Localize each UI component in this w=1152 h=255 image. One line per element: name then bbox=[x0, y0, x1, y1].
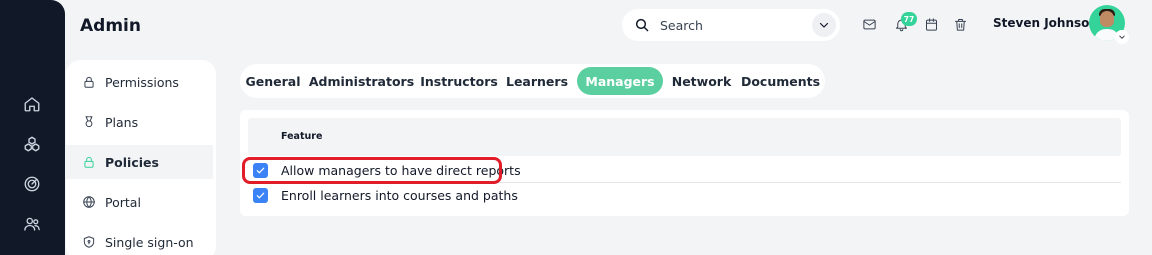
tab-network[interactable]: Network bbox=[672, 67, 732, 95]
tab-administrators[interactable]: Administrators bbox=[309, 67, 414, 95]
lock-icon bbox=[81, 74, 97, 90]
table-row: Enroll learners into courses and paths bbox=[248, 183, 1121, 208]
subnav-item-policies[interactable]: Policies bbox=[66, 145, 213, 179]
subnav-item-permissions[interactable]: Permissions bbox=[66, 65, 213, 99]
globe-icon bbox=[81, 194, 97, 210]
subnav-item-label: Single sign-on bbox=[105, 234, 194, 250]
feature-label: Enroll learners into courses and paths bbox=[281, 188, 518, 203]
courses-icon[interactable] bbox=[22, 134, 42, 154]
search-icon bbox=[635, 18, 649, 32]
left-rail bbox=[0, 0, 65, 255]
tab-learners[interactable]: Learners bbox=[506, 67, 568, 95]
subnav-item-portal[interactable]: Portal bbox=[66, 185, 213, 219]
tab-instructors[interactable]: Instructors bbox=[420, 67, 498, 95]
chevron-down-icon[interactable] bbox=[812, 13, 836, 37]
role-tabs: General Administrators Instructors Learn… bbox=[240, 64, 825, 98]
table-row: Allow managers to have direct reports bbox=[248, 158, 1121, 183]
chevron-down-icon[interactable] bbox=[1115, 30, 1129, 44]
subnav-item-label: Permissions bbox=[105, 74, 179, 90]
table-header: Feature bbox=[248, 118, 1121, 156]
target-icon[interactable] bbox=[22, 174, 42, 194]
feature-label: Allow managers to have direct reports bbox=[281, 162, 521, 178]
search-placeholder: Search bbox=[660, 17, 703, 33]
check-icon bbox=[256, 192, 265, 199]
subnav-item-label: Policies bbox=[105, 154, 159, 170]
tab-managers[interactable]: Managers bbox=[577, 67, 663, 95]
column-header-feature: Feature bbox=[281, 131, 323, 142]
check-icon bbox=[256, 167, 265, 173]
subnav-item-plans[interactable]: Plans bbox=[66, 105, 213, 139]
settings-subnav: Permissions Plans Policies Portal Single… bbox=[66, 60, 216, 255]
page-title: Admin bbox=[80, 16, 141, 36]
lock-icon bbox=[81, 154, 97, 170]
notification-badge: 77 bbox=[901, 12, 917, 26]
subnav-item-single-sign-on[interactable]: Single sign-on bbox=[66, 225, 213, 255]
medal-icon bbox=[81, 114, 97, 130]
tab-general[interactable]: General bbox=[246, 67, 301, 95]
feature-checkbox[interactable] bbox=[253, 162, 268, 178]
mail-icon[interactable] bbox=[861, 16, 877, 32]
search-input[interactable]: Search bbox=[622, 9, 840, 41]
features-panel: Feature Allow managers to have direct re… bbox=[240, 110, 1129, 216]
tab-documents[interactable]: Documents bbox=[741, 67, 820, 95]
users-icon[interactable] bbox=[22, 214, 42, 234]
user-name[interactable]: Steven Johnson bbox=[993, 16, 1098, 30]
subnav-item-label: Portal bbox=[105, 194, 141, 210]
subnav-item-label: Plans bbox=[105, 114, 139, 130]
calendar-icon[interactable] bbox=[923, 16, 939, 32]
feature-checkbox[interactable] bbox=[253, 188, 268, 203]
trash-icon[interactable] bbox=[952, 16, 968, 32]
shield-icon bbox=[81, 234, 97, 250]
home-icon[interactable] bbox=[22, 94, 42, 114]
